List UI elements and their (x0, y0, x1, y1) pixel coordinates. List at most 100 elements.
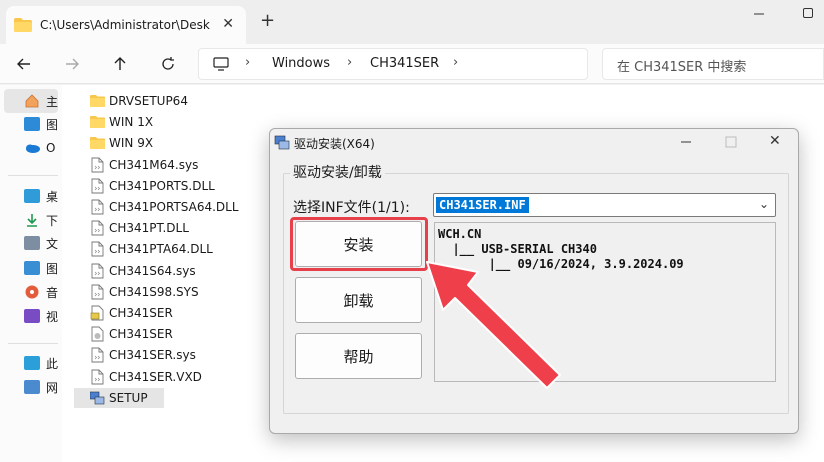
tab-title: C:\Users\Administrator\Deskto (40, 18, 210, 32)
file-list-item[interactable]: CH341SER (90, 324, 173, 344)
documents-icon (24, 236, 40, 250)
new-tab-button[interactable]: + (260, 12, 275, 30)
file-name: CH341SER.VXD (109, 369, 202, 384)
file-name: WIN 1X (109, 115, 154, 130)
sidebar-item-pictures[interactable]: 图 (24, 258, 64, 278)
inf-file-select[interactable]: CH341SER.INF ⌄ (433, 193, 776, 217)
setup-info-icon (90, 305, 104, 321)
back-button[interactable] (12, 52, 36, 76)
install-highlight-box (290, 217, 428, 271)
file-name: SETUP (109, 390, 148, 405)
file-list-item[interactable]: CH341M64.sys (90, 155, 198, 175)
home-icon (25, 94, 39, 108)
file-list-item[interactable]: CH341PT.DLL (90, 218, 189, 238)
sidebar-item-label: 下 (46, 213, 59, 228)
file-icon (91, 178, 104, 194)
sidebar-divider (8, 343, 58, 344)
sidebar-item-label: O (46, 141, 56, 155)
chevron-down-icon: ⌄ (758, 197, 769, 211)
file-icon (91, 157, 104, 173)
breadcrumb-windows[interactable]: Windows (272, 56, 330, 71)
file-name: CH341SER.sys (109, 348, 196, 363)
tab-close-icon[interactable]: ✕ (222, 16, 234, 32)
explorer-toolbar: › Windows › CH341SER › 在 CH341SER 中搜索 (0, 44, 824, 84)
file-icon (91, 369, 104, 385)
file-list-item[interactable]: CH341PORTSA64.DLL (90, 197, 239, 217)
computer-icon (213, 57, 229, 71)
file-name: WIN 9X (109, 136, 154, 151)
search-input[interactable]: 在 CH341SER 中搜索 (602, 48, 824, 80)
up-button[interactable] (108, 52, 132, 76)
dialog-minimize-icon[interactable] (680, 136, 692, 148)
up-arrow-icon (114, 57, 126, 70)
refresh-button[interactable] (156, 52, 180, 76)
sidebar-divider (8, 175, 58, 176)
pictures-icon (24, 261, 40, 275)
sidebar-item-desktop[interactable]: 桌 (24, 186, 64, 206)
minimize-icon[interactable] (753, 8, 765, 20)
sidebar-item-label: 视 (46, 309, 59, 324)
security-catalog-icon (91, 326, 104, 342)
sidebar-item-label: 音 (46, 285, 59, 300)
maximize-icon[interactable] (803, 8, 813, 18)
file-name: CH341SER (109, 306, 173, 320)
uninstall-button[interactable]: 卸载 (295, 277, 422, 323)
dialog-close-icon[interactable]: ✕ (769, 133, 781, 149)
file-list-item[interactable]: WIN 1X (90, 112, 153, 132)
file-name: CH341S64.sys (109, 263, 196, 278)
inf-selected-value: CH341SER.INF (436, 197, 529, 213)
file-list-item[interactable]: DRVSETUP64 (90, 91, 188, 111)
sidebar-item-network[interactable]: 网 (24, 377, 64, 397)
sidebar-item-label: 图 (46, 117, 59, 132)
address-bar[interactable]: › Windows › CH341SER › (198, 48, 588, 80)
dialog-maximize-icon (725, 136, 737, 148)
sidebar-item-music[interactable]: 音 (24, 282, 64, 302)
file-icon (91, 263, 104, 279)
breadcrumb-chevron-icon: › (453, 55, 459, 70)
group-label: 驱动安装/卸载 (290, 162, 385, 182)
sidebar-item-label: 文 (46, 236, 59, 251)
file-icon (91, 220, 104, 236)
this-pc-icon (24, 356, 40, 370)
breadcrumb-ch341ser[interactable]: CH341SER (370, 56, 439, 71)
file-list-item[interactable]: CH341SER (90, 303, 173, 323)
sidebar-item-label: 主 (46, 94, 59, 109)
file-list-item[interactable]: WIN 9X (90, 133, 153, 153)
file-name: CH341S98.SYS (109, 284, 199, 299)
network-icon (24, 380, 40, 394)
file-name: CH341PTA64.DLL (109, 242, 213, 257)
sidebar-item-gallery[interactable]: 图 (24, 114, 64, 134)
file-list-item[interactable]: CH341PORTS.DLL (90, 176, 215, 196)
dialog-title: 驱动安装(X64) (294, 137, 375, 151)
sidebar-item-home[interactable]: 主 (24, 91, 64, 111)
file-list-item[interactable]: CH341PTA64.DLL (90, 239, 213, 259)
sidebar-item-this-pc[interactable]: 此 (24, 353, 64, 373)
explorer-tab[interactable]: C:\Users\Administrator\Deskto ✕ (6, 6, 246, 44)
driver-install-dialog: 驱动安装(X64) ✕ 驱动安装/卸载 选择INF文件(1/1): CH341S… (269, 128, 799, 434)
explorer-titlebar: C:\Users\Administrator\Deskto ✕ + (0, 0, 824, 44)
setup-app-icon (90, 391, 105, 405)
info-line-device: |__ USB-SERIAL CH340 (438, 242, 597, 256)
help-button[interactable]: 帮助 (295, 333, 422, 379)
file-list-item[interactable]: CH341SER.VXD (90, 367, 202, 387)
file-icon (91, 347, 104, 363)
file-list-item[interactable]: CH341SER.sys (90, 345, 196, 365)
sidebar-item-documents[interactable]: 文 (24, 233, 64, 253)
file-name: CH341M64.sys (109, 157, 199, 172)
forward-button[interactable] (60, 52, 84, 76)
file-list-item[interactable]: CH341S64.sys (90, 261, 196, 281)
sidebar-item-onedrive[interactable]: O (24, 138, 64, 158)
sidebar-item-label: 图 (46, 261, 59, 276)
folder-icon (90, 137, 105, 150)
file-list-item[interactable]: CH341S98.SYS (90, 282, 199, 302)
forward-arrow-icon (66, 58, 79, 70)
sidebar-item-videos[interactable]: 视 (24, 306, 64, 326)
inf-select-label: 选择INF文件(1/1): (293, 200, 410, 216)
sidebar-item-downloads[interactable]: 下 (24, 210, 64, 230)
onedrive-icon (26, 144, 40, 153)
breadcrumb-chevron-icon: › (245, 55, 251, 70)
breadcrumb-chevron-icon: › (347, 55, 353, 70)
file-list-item[interactable]: SETUP (74, 387, 164, 408)
setup-app-icon (274, 135, 290, 150)
sidebar-item-label: 桌 (46, 189, 59, 204)
